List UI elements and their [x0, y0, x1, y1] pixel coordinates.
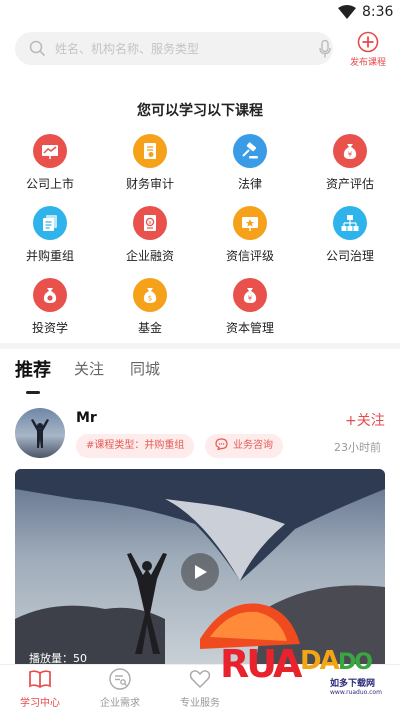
nav-learning-center[interactable]: 学习中心 [0, 667, 80, 709]
status-time: 8:36 [362, 4, 394, 20]
section-divider [0, 343, 400, 349]
consult-tag-label: 业务咨询 [233, 440, 273, 451]
chat-bubble-icon [215, 438, 228, 450]
category-label: 并购重组 [25, 249, 74, 263]
publish-course-label: 发布课程 [349, 58, 386, 68]
category-label: 基金 [137, 321, 162, 335]
category-label: 资信评级 [225, 249, 274, 263]
post-header: Mr #课程类型：并购重组 业务咨询 +关注 23小时前 [0, 404, 400, 464]
category-ipo[interactable]: 公司上市 [0, 134, 100, 192]
category-label: 公司上市 [25, 177, 74, 191]
nav-label: 企业需求 [100, 698, 140, 709]
active-tab-indicator [26, 391, 40, 394]
svg-text:¥: ¥ [148, 220, 152, 226]
book-icon [29, 670, 51, 688]
fund-bag-icon: $ [133, 278, 167, 312]
status-bar: 8:36 [0, 0, 400, 26]
search-bar[interactable] [15, 32, 333, 65]
documents-icon [33, 206, 67, 240]
play-icon [195, 565, 207, 579]
section-title: 您可以学习以下课程 [137, 103, 263, 119]
category-label: 法律 [237, 177, 262, 191]
category-law[interactable]: 法律 [200, 134, 300, 192]
org-chart-icon [333, 206, 367, 240]
plus-circle-icon [357, 31, 379, 53]
avatar[interactable] [15, 408, 65, 458]
course-type-tag[interactable]: #课程类型：并购重组 [76, 434, 195, 458]
category-label: 财务审计 [125, 177, 174, 191]
category-label: 资本管理 [225, 321, 274, 335]
category-label: 企业融资 [125, 249, 174, 263]
microphone-icon[interactable] [319, 40, 331, 58]
follow-button[interactable]: +关注 [345, 410, 385, 430]
video-player[interactable]: 播放量：50 [15, 469, 385, 664]
wifi-icon [338, 5, 356, 19]
category-audit[interactable]: 财务审计 [100, 134, 200, 192]
feed-tabs: 推荐 关注 同城 [0, 358, 400, 398]
tab-following[interactable]: 关注 [74, 358, 104, 379]
capital-bag-icon: ¥ [233, 278, 267, 312]
svg-text:¥: ¥ [248, 295, 253, 303]
play-button[interactable] [181, 553, 219, 591]
document-icon [133, 134, 167, 168]
category-mna[interactable]: 并购重组 [0, 206, 100, 264]
svg-text:$: $ [148, 295, 152, 303]
search-icon [29, 40, 46, 57]
svg-text:RUA: RUA [220, 642, 303, 685]
svg-text:¥: ¥ [348, 151, 353, 159]
tab-recommended[interactable]: 推荐 [15, 356, 51, 382]
category-label: 公司治理 [325, 249, 374, 263]
search-input[interactable] [55, 37, 295, 60]
certificate-icon [233, 206, 267, 240]
heart-icon [189, 670, 211, 689]
publish-course-button[interactable]: 发布课程 [346, 31, 390, 68]
enterprise-icon [109, 668, 131, 690]
nav-enterprise-needs[interactable]: 企业需求 [80, 667, 160, 709]
person-silhouette-icon [31, 419, 49, 448]
coin-bag-icon [33, 278, 67, 312]
gavel-icon [233, 134, 267, 168]
category-asset-appraisal[interactable]: ¥ 资产评估 [300, 134, 400, 192]
category-credit-rating[interactable]: 资信评级 [200, 206, 300, 264]
category-governance[interactable]: 公司治理 [300, 206, 400, 264]
play-count: 播放量：50 [29, 652, 87, 664]
category-financing[interactable]: ¥ 企业融资 [100, 206, 200, 264]
category-label: 投资学 [31, 321, 68, 335]
watermark-site-name: 如多下载网 [330, 679, 376, 689]
nav-label: 学习中心 [20, 698, 60, 709]
finance-doc-icon: ¥ [133, 206, 167, 240]
svg-text:DO: DO [338, 650, 372, 675]
author-name[interactable]: Mr [76, 410, 97, 426]
consult-tag[interactable]: 业务咨询 [205, 434, 283, 458]
money-bag-icon: ¥ [333, 134, 367, 168]
svg-text:DA: DA [300, 646, 340, 676]
category-label: 资产评估 [325, 177, 374, 191]
watermark-logo: RUA DA DO 如多下载网 www.ruaduo.com [218, 639, 390, 699]
category-capital-management[interactable]: ¥ 资本管理 [200, 278, 300, 336]
category-fund[interactable]: $ 基金 [100, 278, 200, 336]
tab-nearby[interactable]: 同城 [130, 358, 160, 379]
category-investment[interactable]: 投资学 [0, 278, 100, 336]
chart-board-icon [33, 134, 67, 168]
post-time: 23小时前 [334, 441, 381, 454]
watermark-url: www.ruaduo.com [330, 689, 382, 696]
